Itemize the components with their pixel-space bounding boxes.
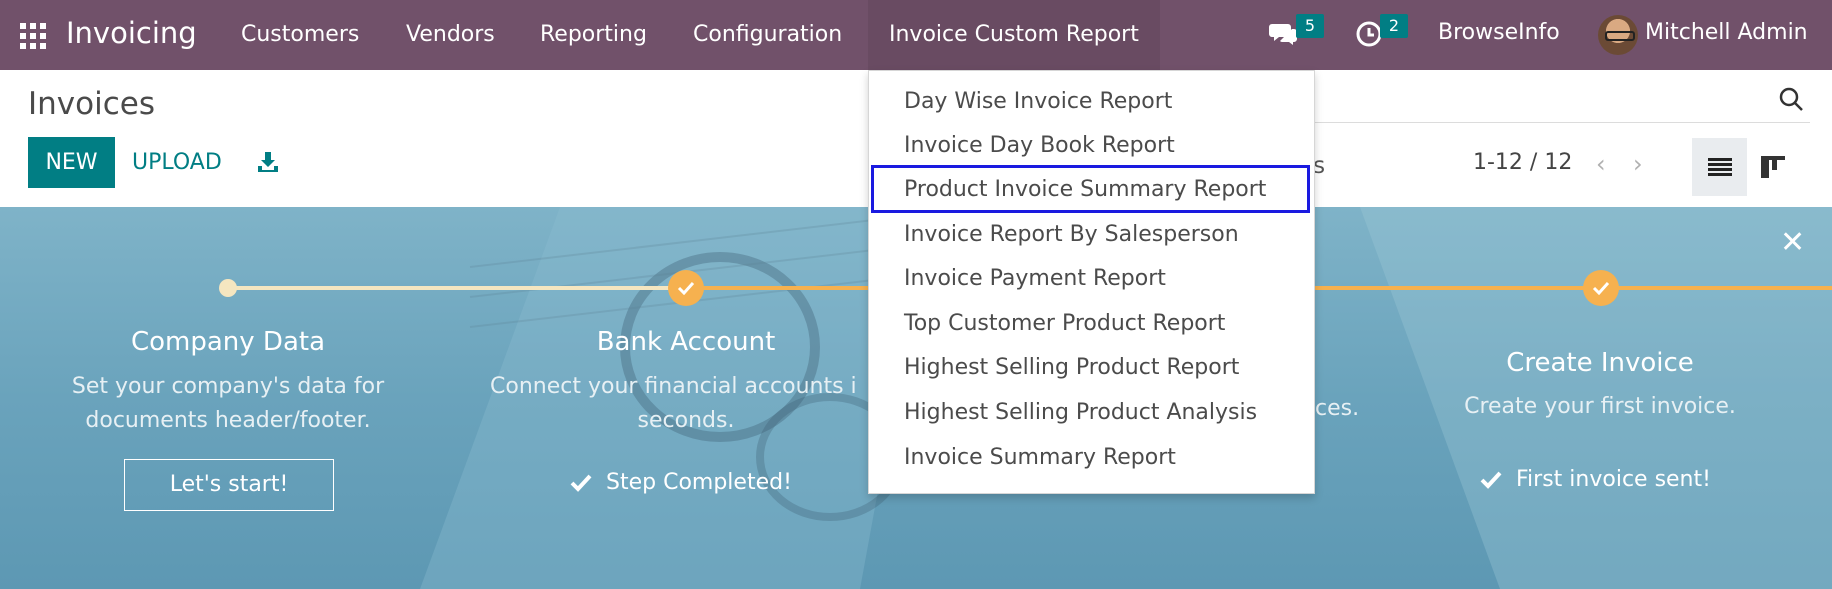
kanban-view-icon[interactable] (1758, 150, 1790, 182)
search-input[interactable] (1315, 122, 1810, 123)
activities-count-badge: 2 (1380, 14, 1408, 38)
pager-previous-icon[interactable]: ‹ (1596, 152, 1616, 176)
step-1-indicator (219, 279, 237, 297)
step-4-title: Create Invoice (1506, 348, 1694, 378)
step-1-desc-line1: Set your company's data for (71, 374, 385, 399)
lets-start-button[interactable]: Let's start! (124, 459, 334, 511)
pager-value[interactable]: 1-12 / 12 (1473, 150, 1572, 175)
step-2-desc-line1: Connect your financial accounts i (490, 374, 857, 399)
upload-button[interactable]: UPLOAD (132, 137, 222, 188)
menu-vendors[interactable]: Vendors (385, 0, 516, 70)
dropdown-item-invoice-summary-report[interactable]: Invoice Summary Report (904, 445, 1176, 470)
step-4-desc: Create your first invoice. (1464, 394, 1736, 419)
step-1-desc-line2: documents header/footer. (85, 408, 371, 433)
menu-configuration[interactable]: Configuration (672, 0, 863, 70)
dropdown-item-top-customer-product-report[interactable]: Top Customer Product Report (904, 311, 1225, 336)
checkmark-icon (1480, 471, 1502, 489)
menu-customers[interactable]: Customers (220, 0, 380, 70)
close-banner-icon[interactable]: ✕ (1780, 225, 1805, 260)
step-1-title: Company Data (130, 327, 326, 357)
step-4-completed: First invoice sent! (1480, 467, 1711, 492)
messages-count-badge: 5 (1296, 14, 1324, 38)
company-switcher[interactable]: BrowseInfo (1438, 20, 1560, 45)
new-button[interactable]: NEW (28, 137, 115, 188)
step-2-desc-line2: seconds. (637, 408, 735, 433)
menu-reporting[interactable]: Reporting (519, 0, 668, 70)
list-view-button[interactable] (1692, 138, 1747, 196)
dropdown-item-invoice-payment-report[interactable]: Invoice Payment Report (904, 266, 1166, 291)
step-4-check-icon (1583, 270, 1619, 306)
pager-next-icon[interactable]: › (1633, 152, 1653, 176)
dropdown-item-day-wise-invoice-report[interactable]: Day Wise Invoice Report (904, 89, 1172, 114)
progress-line-1 (228, 286, 686, 290)
download-icon[interactable] (256, 150, 280, 174)
page-title: Invoices (28, 86, 155, 122)
step-4-status: First invoice sent! (1516, 467, 1711, 492)
step-2-completed: Step Completed! (570, 470, 792, 495)
dropdown-item-highest-selling-product-analysis[interactable]: Highest Selling Product Analysis (904, 400, 1257, 425)
checkmark-icon (570, 474, 592, 492)
invoice-custom-report-dropdown: Day Wise Invoice Report Invoice Day Book… (868, 70, 1315, 494)
dropdown-item-highest-selling-product-report[interactable]: Highest Selling Product Report (904, 355, 1239, 380)
menu-invoice-custom-report[interactable]: Invoice Custom Report (868, 0, 1160, 70)
search-icon[interactable] (1778, 86, 1804, 112)
step-3-desc-partial: ces. (1315, 396, 1360, 421)
user-menu[interactable]: Mitchell Admin (1645, 20, 1808, 45)
step-2-check-icon (668, 270, 704, 306)
app-name[interactable]: Invoicing (66, 16, 197, 50)
dropdown-item-invoice-report-by-salesperson[interactable]: Invoice Report By Salesperson (904, 222, 1239, 247)
highlight-box (871, 165, 1310, 213)
list-view-icon (1707, 158, 1732, 176)
messages-icon[interactable] (1268, 18, 1298, 48)
step-2-status: Step Completed! (606, 470, 792, 495)
dropdown-item-invoice-day-book-report[interactable]: Invoice Day Book Report (904, 133, 1175, 158)
user-avatar[interactable] (1598, 15, 1638, 55)
apps-menu-icon[interactable] (20, 23, 46, 49)
top-navbar: Invoicing Customers Vendors Reporting Co… (0, 0, 1832, 70)
step-2-title: Bank Account (596, 327, 776, 357)
